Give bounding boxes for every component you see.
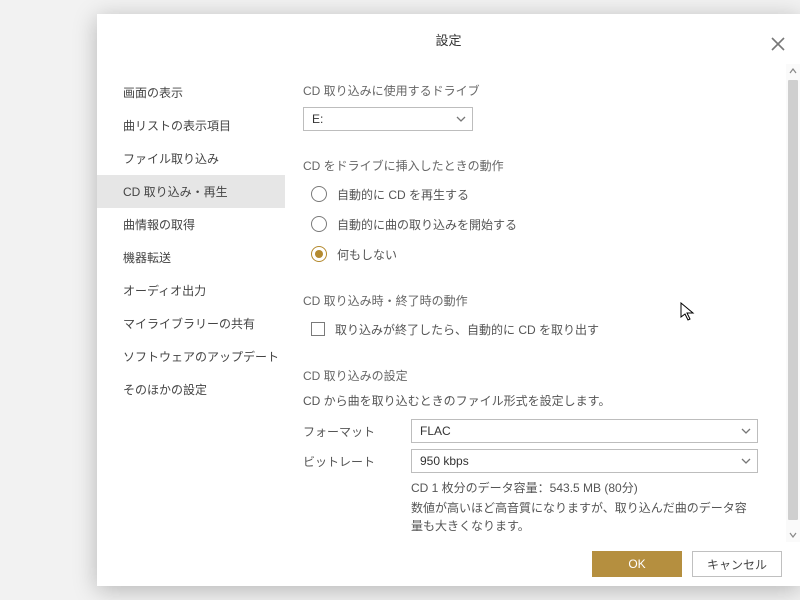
bitrate-row: ビットレート 950 kbps — [303, 449, 758, 473]
sidebar-item-file-import[interactable]: ファイル取り込み — [97, 142, 285, 175]
bitrate-label: ビットレート — [303, 453, 411, 470]
sidebar-item-label: そのほかの設定 — [123, 383, 207, 397]
chevron-up-icon — [789, 67, 797, 75]
close-icon — [771, 37, 785, 51]
on-insert-option-play[interactable]: 自動的に CD を再生する — [311, 182, 758, 206]
sidebar-item-display[interactable]: 画面の表示 — [97, 76, 285, 109]
sidebar-item-device-transfer[interactable]: 機器転送 — [97, 241, 285, 274]
checkbox-icon — [311, 322, 325, 336]
dialog-footer: OK キャンセル — [97, 542, 800, 586]
checkbox-label: 取り込みが終了したら、自動的に CD を取り出す — [335, 321, 599, 338]
drive-select[interactable]: E: — [303, 107, 473, 131]
format-label: フォーマット — [303, 423, 411, 440]
dialog-titlebar: 設定 — [97, 14, 800, 64]
sidebar-item-software-update[interactable]: ソフトウェアのアップデート — [97, 340, 285, 373]
settings-content: CD 取り込みに使用するドライブ E: CD をドライブに挿入したときの動作 自… — [285, 64, 786, 542]
format-select[interactable]: FLAC — [411, 419, 758, 443]
format-row: フォーマット FLAC — [303, 419, 758, 443]
chevron-down-icon — [741, 426, 751, 436]
close-button[interactable] — [766, 32, 790, 56]
ok-button[interactable]: OK — [592, 551, 682, 577]
scroll-up-button[interactable] — [786, 64, 800, 78]
sidebar-item-columns[interactable]: 曲リストの表示項目 — [97, 109, 285, 142]
sidebar-item-label: 曲情報の取得 — [123, 218, 195, 232]
chevron-down-icon — [456, 114, 466, 124]
scroll-thumb[interactable] — [788, 80, 798, 520]
sidebar-item-label: オーディオ出力 — [123, 284, 206, 298]
radio-label: 何もしない — [337, 246, 397, 263]
sidebar-item-library-share[interactable]: マイライブラリーの共有 — [97, 307, 285, 340]
settings-sidebar: 画面の表示 曲リストの表示項目 ファイル取り込み CD 取り込み・再生 曲情報の… — [97, 64, 285, 542]
dialog-title: 設定 — [435, 30, 461, 49]
section-title-on-finish: CD 取り込み時・終了時の動作 — [303, 292, 758, 309]
chevron-down-icon — [741, 456, 751, 466]
on-insert-option-nothing[interactable]: 何もしない — [311, 242, 758, 266]
section-title-drive: CD 取り込みに使用するドライブ — [303, 82, 758, 99]
scroll-down-button[interactable] — [786, 528, 800, 542]
on-insert-option-import[interactable]: 自動的に曲の取り込みを開始する — [311, 212, 758, 236]
settings-dialog: 設定 画面の表示 曲リストの表示項目 ファイル取り込み CD 取り込み・再生 曲… — [97, 14, 800, 586]
radio-icon — [311, 216, 327, 232]
sidebar-item-label: ファイル取り込み — [123, 152, 219, 166]
quality-hint: 数値が高いほど高音質になりますが、取り込んだ曲のデータ容量も大きくなります。 — [411, 499, 758, 535]
sidebar-item-metadata[interactable]: 曲情報の取得 — [97, 208, 285, 241]
sidebar-item-label: CD 取り込み・再生 — [123, 185, 228, 199]
cancel-button[interactable]: キャンセル — [692, 551, 782, 577]
sidebar-item-label: 曲リストの表示項目 — [123, 119, 231, 133]
sidebar-item-audio-output[interactable]: オーディオ出力 — [97, 274, 285, 307]
content-wrap: CD 取り込みに使用するドライブ E: CD をドライブに挿入したときの動作 自… — [285, 64, 800, 542]
drive-select-value: E: — [312, 112, 323, 126]
sidebar-item-cd-import[interactable]: CD 取り込み・再生 — [97, 175, 285, 208]
eject-after-import-checkbox[interactable]: 取り込みが終了したら、自動的に CD を取り出す — [311, 317, 758, 341]
sidebar-item-label: 機器転送 — [123, 251, 171, 265]
radio-icon — [311, 186, 327, 202]
section-title-import: CD 取り込みの設定 — [303, 367, 758, 384]
section-title-on-insert: CD をドライブに挿入したときの動作 — [303, 157, 758, 174]
sidebar-item-other[interactable]: そのほかの設定 — [97, 373, 285, 406]
import-desc: CD から曲を取り込むときのファイル形式を設定します。 — [303, 392, 758, 409]
sidebar-item-label: 画面の表示 — [123, 86, 183, 100]
sidebar-item-label: マイライブラリーの共有 — [123, 317, 255, 331]
bitrate-select-value: 950 kbps — [420, 454, 469, 468]
chevron-down-icon — [789, 531, 797, 539]
capacity-hint: CD 1 枚分のデータ容量：543.5 MB (80分) — [411, 479, 758, 497]
radio-icon — [311, 246, 327, 262]
sidebar-item-label: ソフトウェアのアップデート — [123, 350, 279, 364]
radio-label: 自動的に曲の取り込みを開始する — [337, 216, 517, 233]
bitrate-select[interactable]: 950 kbps — [411, 449, 758, 473]
format-select-value: FLAC — [420, 424, 451, 438]
button-label: OK — [628, 557, 645, 571]
button-label: キャンセル — [707, 556, 767, 573]
content-scrollbar[interactable] — [786, 64, 800, 542]
radio-label: 自動的に CD を再生する — [337, 186, 469, 203]
dialog-body: 画面の表示 曲リストの表示項目 ファイル取り込み CD 取り込み・再生 曲情報の… — [97, 64, 800, 542]
